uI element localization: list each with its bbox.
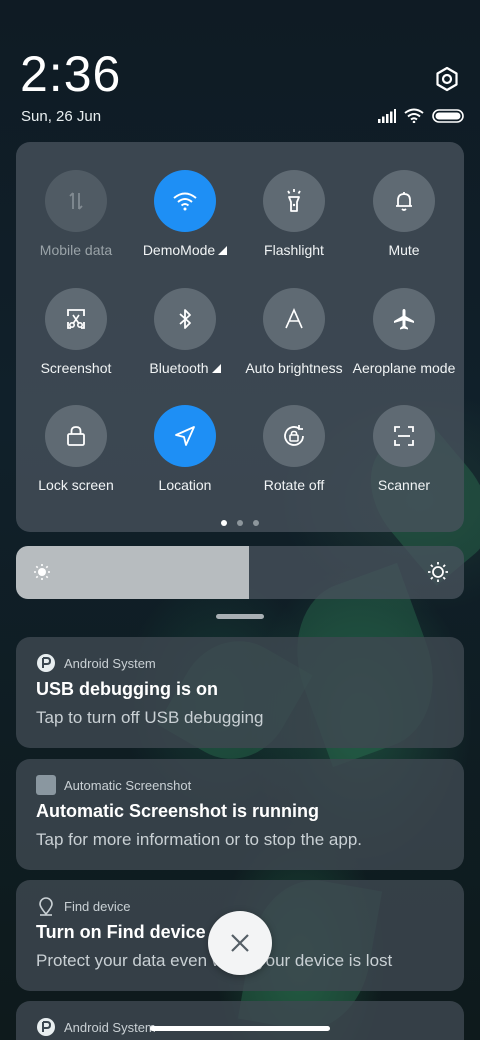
tile-mute[interactable]: Mute bbox=[348, 170, 460, 258]
tile-bluetooth[interactable]: Bluetooth bbox=[129, 288, 241, 376]
brightness-slider[interactable] bbox=[16, 546, 464, 599]
notification-card[interactable]: Android System bbox=[16, 1001, 464, 1040]
clock-time[interactable]: 2:36 bbox=[20, 46, 121, 102]
tile-label: Rotate off bbox=[263, 477, 325, 493]
quick-settings-panel: Mobile data DemoMode Flashlight Mute Scr… bbox=[16, 142, 464, 532]
tile-label: Bluetooth bbox=[129, 360, 241, 376]
expand-arrow-icon[interactable] bbox=[218, 245, 228, 255]
tile-label: Aeroplane mode bbox=[352, 360, 456, 376]
find-device-pin-icon bbox=[36, 896, 56, 916]
tile-label: Location bbox=[158, 477, 212, 493]
tile-auto-brightness[interactable]: Auto brightness bbox=[238, 288, 350, 376]
tile-label: Auto brightness bbox=[245, 360, 343, 376]
close-icon bbox=[231, 934, 249, 952]
bell-icon bbox=[373, 170, 435, 232]
notification-title: Automatic Screenshot is running bbox=[36, 801, 320, 821]
page-indicator bbox=[16, 520, 464, 526]
rotate-lock-icon bbox=[263, 405, 325, 467]
tile-rotate-off[interactable]: Rotate off bbox=[238, 405, 350, 493]
drag-handle[interactable] bbox=[216, 614, 264, 619]
mobile-data-icon bbox=[45, 170, 107, 232]
tile-demomode[interactable]: DemoMode bbox=[129, 170, 241, 258]
notification-body: Tap for more information or to stop the … bbox=[36, 830, 363, 849]
page-dot-active[interactable] bbox=[221, 520, 227, 526]
signal-icon bbox=[378, 108, 396, 128]
android-system-icon bbox=[36, 653, 56, 673]
home-gesture-bar[interactable] bbox=[150, 1026, 330, 1031]
status-bar-icons bbox=[378, 108, 464, 128]
wifi-status-icon bbox=[404, 108, 424, 128]
page-dot[interactable] bbox=[253, 520, 259, 526]
tile-label: Scanner bbox=[377, 477, 431, 493]
tile-label: Flashlight bbox=[264, 242, 324, 258]
tile-label: Mute bbox=[388, 242, 420, 258]
notification-app: Automatic Screenshot bbox=[36, 775, 444, 795]
expand-arrow-icon[interactable] bbox=[211, 363, 221, 373]
tile-aeroplane-mode[interactable]: Aeroplane mode bbox=[348, 288, 460, 376]
tile-location[interactable]: Location bbox=[129, 405, 241, 493]
tile-scanner[interactable]: Scanner bbox=[348, 405, 460, 493]
wifi-icon bbox=[154, 170, 216, 232]
notification-body: Tap to turn off USB debugging bbox=[36, 708, 264, 727]
notification-card[interactable]: Android System USB debugging is on Tap t… bbox=[16, 637, 464, 748]
date-label[interactable]: Sun, 26 Jun bbox=[21, 108, 101, 125]
clear-notifications-button[interactable] bbox=[208, 911, 272, 975]
automatic-screenshot-app-icon bbox=[36, 775, 56, 795]
tile-screenshot[interactable]: Screenshot bbox=[20, 288, 132, 376]
settings-gear-icon[interactable] bbox=[432, 64, 462, 94]
screenshot-icon bbox=[45, 288, 107, 350]
brightness-high-icon bbox=[427, 561, 449, 588]
brightness-low-icon bbox=[33, 563, 51, 586]
tile-label: DemoMode bbox=[129, 242, 241, 258]
notification-title: USB debugging is on bbox=[36, 679, 218, 699]
tile-lock-screen[interactable]: Lock screen bbox=[20, 405, 132, 493]
notification-app: Android System bbox=[36, 653, 444, 673]
location-icon bbox=[154, 405, 216, 467]
scanner-icon bbox=[373, 405, 435, 467]
battery-icon bbox=[432, 108, 464, 128]
tile-label: Mobile data bbox=[39, 242, 113, 258]
auto-brightness-icon bbox=[263, 288, 325, 350]
android-system-icon bbox=[36, 1017, 56, 1037]
flashlight-icon bbox=[263, 170, 325, 232]
tile-label: Lock screen bbox=[38, 477, 114, 493]
tile-mobile-data[interactable]: Mobile data bbox=[20, 170, 132, 258]
page-dot[interactable] bbox=[237, 520, 243, 526]
notification-card[interactable]: Automatic Screenshot Automatic Screensho… bbox=[16, 759, 464, 870]
tile-label: Screenshot bbox=[40, 360, 112, 376]
airplane-icon bbox=[373, 288, 435, 350]
bluetooth-icon bbox=[154, 288, 216, 350]
lock-icon bbox=[45, 405, 107, 467]
tile-flashlight[interactable]: Flashlight bbox=[238, 170, 350, 258]
